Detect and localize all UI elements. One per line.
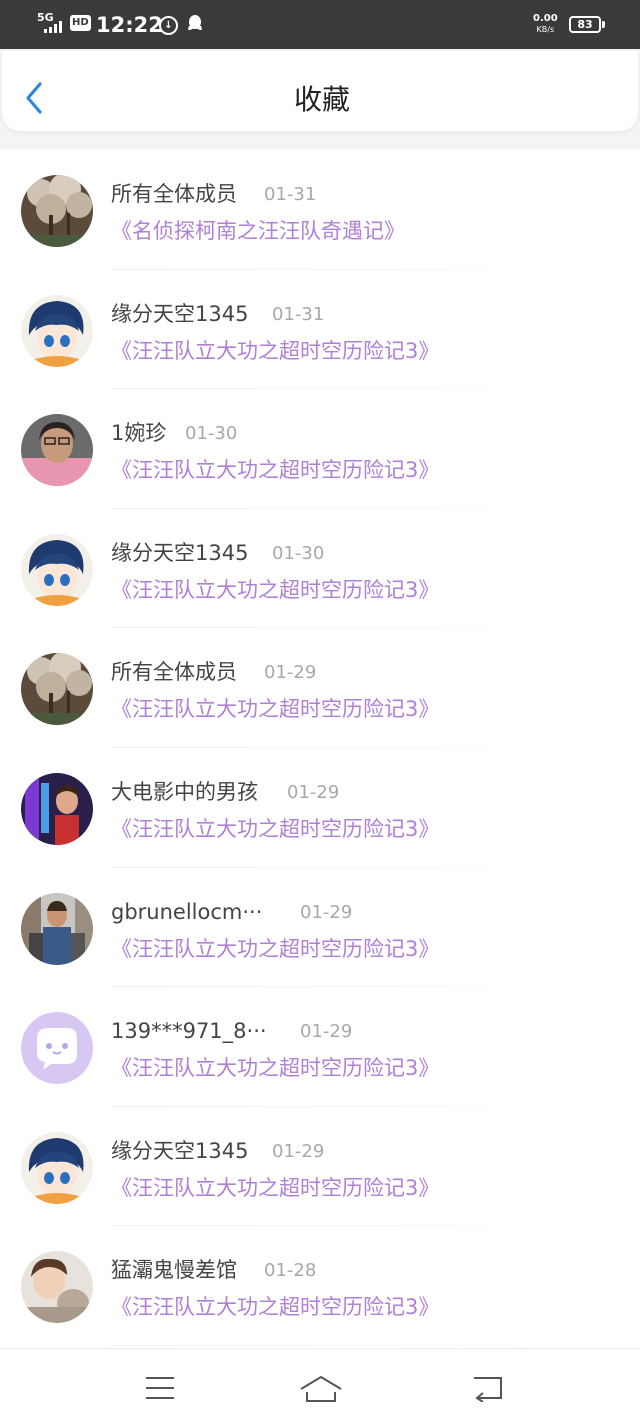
user-name: 猛灞鬼慢差馆 <box>111 1258 237 1283</box>
back-icon[interactable] <box>471 1374 505 1402</box>
date-label: 01-28 <box>264 1260 317 1282</box>
avatar[interactable] <box>21 294 93 367</box>
favorites-list: 所有全体成员 01-31 《名侦探柯南之汪汪队奇遇记》缘分天空1345 01-31 《汪… <box>0 150 640 1346</box>
date-label: 01-31 <box>264 184 317 205</box>
avatar[interactable] <box>21 1131 93 1204</box>
date-label: 01-29 <box>287 781 340 803</box>
signal-icon <box>44 21 62 33</box>
avatar[interactable] <box>21 1251 93 1324</box>
work-title-link[interactable]: 《汪汪队立大功之超时空历险记3》 <box>111 336 439 366</box>
list-item[interactable]: 所有全体成员 01-29 《汪汪队立大功之超时空历险记3》 <box>0 628 640 748</box>
date-label: 01-29 <box>300 1021 353 1043</box>
user-name: gbrunellocm··· <box>111 899 263 924</box>
user-name: 139***971_8··· <box>111 1019 267 1044</box>
avatar[interactable] <box>21 892 93 965</box>
list-item[interactable]: 139***971_8··· 01-29 《汪汪队立大功之超时空历险记3》 <box>0 987 640 1107</box>
date-label: 01-29 <box>272 1140 325 1162</box>
user-name: 缘分天空1345 <box>111 540 249 565</box>
avatar[interactable] <box>21 1012 93 1085</box>
battery-icon: 83 <box>569 16 601 33</box>
menu-icon[interactable] <box>144 1374 176 1402</box>
list-item[interactable]: 大电影中的男孩 01-29 《汪汪队立大功之超时空历险记3》 <box>0 748 640 868</box>
hd-badge: HD <box>70 15 91 31</box>
date-label: 01-29 <box>264 662 317 684</box>
work-title-link[interactable]: 《汪汪队立大功之超时空历险记3》 <box>111 455 439 485</box>
date-label: 01-30 <box>272 542 325 564</box>
user-name: 缘分天空1345 <box>111 1138 249 1163</box>
header-bar: 收藏 <box>2 51 638 131</box>
qq-icon <box>188 15 202 31</box>
work-title-link[interactable]: 《汪汪队立大功之超时空历险记3》 <box>111 1053 439 1083</box>
avatar[interactable] <box>21 414 93 487</box>
work-title-link[interactable]: 《汪汪队立大功之超时空历险记3》 <box>111 934 439 964</box>
avatar[interactable] <box>21 653 93 726</box>
work-title-link[interactable]: 《汪汪队立大功之超时空历险记3》 <box>111 1173 439 1203</box>
clock: 12:22 <box>96 13 163 37</box>
header: 收藏 <box>0 49 640 149</box>
list-item[interactable]: gbrunellocm··· 01-29 《汪汪队立大功之超时空历险记3》 <box>0 868 640 988</box>
user-name: 1婉珍 <box>111 421 167 446</box>
avatar[interactable] <box>21 772 93 845</box>
divider <box>111 1344 550 1346</box>
date-label: 01-29 <box>300 901 353 923</box>
list-item[interactable]: 所有全体成员 01-31 《名侦探柯南之汪汪队奇遇记》 <box>0 150 640 270</box>
list-item[interactable]: 缘分天空1345 01-31 《汪汪队立大功之超时空历险记3》 <box>0 270 640 390</box>
work-title-link[interactable]: 《汪汪队立大功之超时空历险记3》 <box>111 575 439 605</box>
user-name: 所有全体成员 <box>111 182 237 206</box>
work-title-link[interactable]: 《汪汪队立大功之超时空历险记3》 <box>111 1292 439 1322</box>
page-title: 收藏 <box>293 83 350 116</box>
work-title-link[interactable]: 《名侦探柯南之汪汪队奇遇记》 <box>111 216 405 246</box>
avatar[interactable] <box>21 175 93 247</box>
home-icon[interactable] <box>298 1374 344 1404</box>
list-item[interactable]: 猛灞鬼慢差馆 01-28 《汪汪队立大功之超时空历险记3》 <box>0 1226 640 1346</box>
avatar[interactable] <box>21 533 93 606</box>
user-name: 所有全体成员 <box>111 660 237 685</box>
list-item[interactable]: 缘分天空1345 01-29 《汪汪队立大功之超时空历险记3》 <box>0 1107 640 1227</box>
network-speed: 0.00 KB/s <box>533 13 558 34</box>
work-title-link[interactable]: 《汪汪队立大功之超时空历险记3》 <box>111 814 439 844</box>
user-name: 大电影中的男孩 <box>111 779 258 804</box>
work-title-link[interactable]: 《汪汪队立大功之超时空历险记3》 <box>111 694 439 724</box>
date-label: 01-30 <box>185 423 238 445</box>
status-bar: 5G HD 12:22 ↓ 0.00 KB/s 83 <box>0 0 640 49</box>
list-item[interactable]: 1婉珍 01-30 《汪汪队立大功之超时空历险记3》 <box>0 389 640 509</box>
date-label: 01-31 <box>272 303 325 325</box>
battery-tip <box>602 21 605 28</box>
data-saver-icon: ↓ <box>159 16 178 35</box>
list-item[interactable]: 缘分天空1345 01-30 《汪汪队立大功之超时空历险记3》 <box>0 509 640 629</box>
navigation-bar <box>0 1348 640 1428</box>
user-name: 缘分天空1345 <box>111 301 249 326</box>
